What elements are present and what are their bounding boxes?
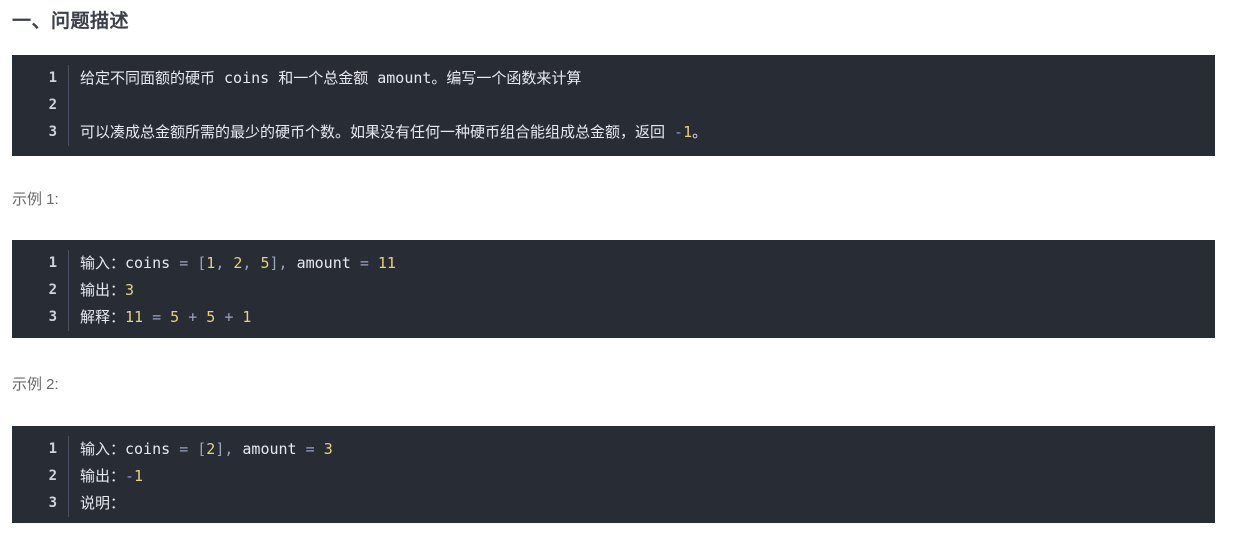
line-number: 1 bbox=[48, 441, 57, 457]
code-line-row: 1 输入：coins = [2], amount = 3 bbox=[12, 436, 1215, 463]
code-token-text: amount bbox=[233, 440, 306, 458]
code-line-row: 3 可以凑成总金额所需的最少的硬币个数。如果没有任何一种硬币组合能组成总金额，返回… bbox=[12, 119, 1215, 146]
code-token-text: 输出： bbox=[80, 281, 126, 299]
code-token-neg: - bbox=[125, 467, 135, 485]
code-token-neg: - bbox=[674, 123, 684, 141]
line-number: 2 bbox=[48, 97, 57, 113]
code-token-op: + bbox=[188, 308, 198, 326]
code-token-punc: , bbox=[278, 254, 288, 272]
code-line-row: 1 输入：coins = [1, 2, 5], amount = 11 bbox=[12, 250, 1215, 277]
code-token-num: 11 bbox=[125, 308, 144, 326]
code-token-text: 可以凑成总金额所需的最少的硬币个数。如果没有任何一种硬币组合能组成总金额，返回 bbox=[80, 123, 675, 141]
page-title: 一、问题描述 bbox=[12, 11, 130, 32]
code-token-num: 5 bbox=[206, 308, 216, 326]
code-line-row: 3 说明： bbox=[12, 490, 1215, 517]
code-line-content: 给定不同面额的硬币 coins 和一个总金额 amount。编写一个函数来计算 bbox=[68, 65, 1215, 92]
example-1-label: 示例 1: bbox=[12, 191, 59, 208]
example-2-label: 示例 2: bbox=[12, 376, 59, 393]
line-number: 3 bbox=[48, 309, 57, 325]
code-line-content: 输入：coins = [2], amount = 3 bbox=[68, 436, 1215, 463]
code-token-num: 1 bbox=[134, 467, 144, 485]
code-token-punc: ] bbox=[269, 254, 279, 272]
code-token-text: 输出： bbox=[80, 467, 126, 485]
code-token-op: = bbox=[305, 440, 315, 458]
code-token-op: = bbox=[359, 254, 369, 272]
code-token-num: 5 bbox=[170, 308, 180, 326]
code-line-row: 1 给定不同面额的硬币 coins 和一个总金额 amount。编写一个函数来计算 bbox=[12, 65, 1215, 92]
code-block-example-2: 1 输入：coins = [2], amount = 3 2 输出：-1 3 说明： bbox=[12, 426, 1215, 523]
code-line-row: 3 解释：11 = 5 + 5 + 1 bbox=[12, 304, 1215, 331]
code-line-content: 输出：3 bbox=[68, 277, 1215, 304]
code-token-text: 。 bbox=[692, 123, 708, 141]
code-token-text: 输入：coins bbox=[80, 440, 180, 458]
code-token-num: 3 bbox=[323, 440, 333, 458]
code-token-num: 3 bbox=[125, 281, 135, 299]
code-line-row: 2 输出：3 bbox=[12, 277, 1215, 304]
line-number: 3 bbox=[48, 495, 57, 511]
code-token-num: 5 bbox=[260, 254, 270, 272]
code-line-row: 2 bbox=[12, 92, 1215, 119]
code-token-punc: ] bbox=[215, 440, 225, 458]
code-token-op: = bbox=[179, 254, 189, 272]
code-token-text: 输入：coins bbox=[80, 254, 180, 272]
code-block-problem-description: 1 给定不同面额的硬币 coins 和一个总金额 amount。编写一个函数来计算… bbox=[12, 55, 1215, 156]
code-line-content: 输出：-1 bbox=[68, 463, 1215, 490]
code-token-text: amount bbox=[287, 254, 360, 272]
code-token-num: 2 bbox=[206, 440, 216, 458]
page-root: 一、问题描述 1 给定不同面额的硬币 coins 和一个总金额 amount。编写… bbox=[0, 0, 1240, 548]
code-token-num: 1 bbox=[206, 254, 216, 272]
line-number: 3 bbox=[48, 124, 57, 140]
code-token-text: 给定不同面额的硬币 coins 和一个总金额 amount。编写一个函数来计算 bbox=[80, 69, 582, 87]
code-token-op: = bbox=[152, 308, 162, 326]
code-line-content: 说明： bbox=[68, 490, 1215, 517]
code-token-text: 说明： bbox=[80, 494, 126, 512]
code-line-content bbox=[68, 92, 1215, 119]
line-number: 2 bbox=[48, 282, 57, 298]
code-token-num: 11 bbox=[377, 254, 396, 272]
line-number: 1 bbox=[48, 255, 57, 271]
code-line-row: 2 输出：-1 bbox=[12, 463, 1215, 490]
code-token-punc: [ bbox=[197, 254, 207, 272]
code-line-content: 输入：coins = [1, 2, 5], amount = 11 bbox=[68, 250, 1215, 277]
code-token-num: 1 bbox=[683, 123, 693, 141]
code-token-punc: , bbox=[215, 254, 225, 272]
code-token-punc: [ bbox=[197, 440, 207, 458]
code-token-op: = bbox=[179, 440, 189, 458]
code-token-text: 解释： bbox=[80, 308, 126, 326]
code-line-content: 解释：11 = 5 + 5 + 1 bbox=[68, 304, 1215, 331]
code-line-content: 可以凑成总金额所需的最少的硬币个数。如果没有任何一种硬币组合能组成总金额，返回 … bbox=[68, 119, 1215, 146]
line-number: 2 bbox=[48, 468, 57, 484]
line-number: 1 bbox=[48, 70, 57, 86]
code-token-num: 1 bbox=[242, 308, 252, 326]
code-block-example-1: 1 输入：coins = [1, 2, 5], amount = 11 2 输出：3 3… bbox=[12, 240, 1215, 338]
